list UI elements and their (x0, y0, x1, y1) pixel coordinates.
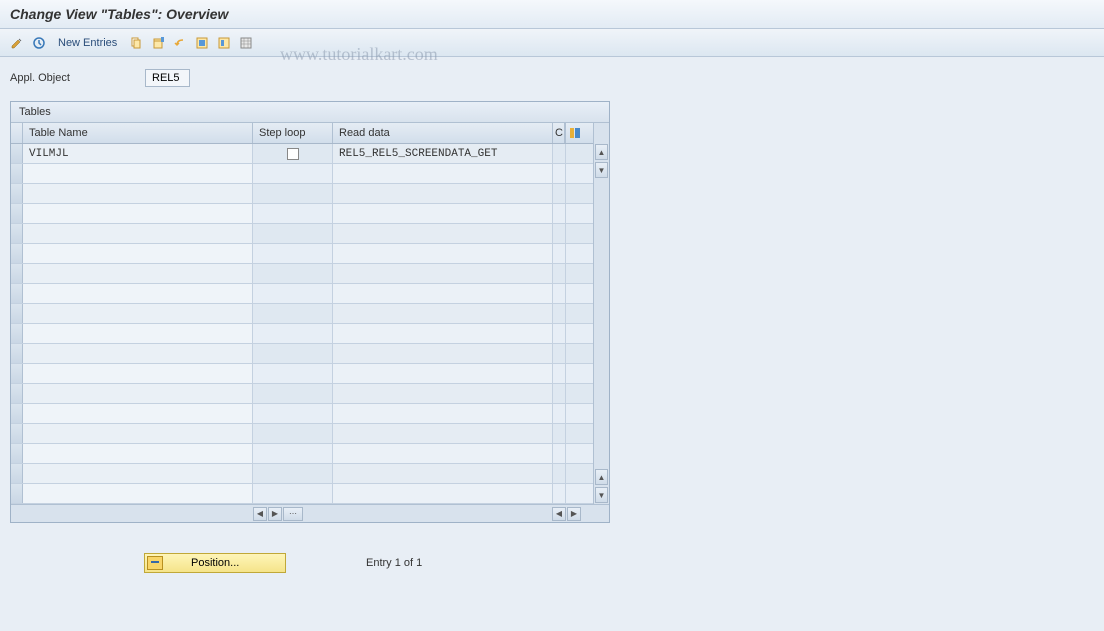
cell-step-loop[interactable] (253, 144, 333, 163)
row-selector[interactable] (11, 404, 23, 423)
appl-object-label: Appl. Object (10, 72, 145, 84)
row-selector[interactable] (11, 224, 23, 243)
table-row[interactable] (11, 164, 593, 184)
row-selector[interactable] (11, 164, 23, 183)
row-selector[interactable] (11, 304, 23, 323)
scroll-up-icon[interactable]: ▲ (595, 144, 608, 160)
checkbox[interactable] (287, 148, 299, 160)
row-selector[interactable] (11, 484, 23, 503)
table-header: Table Name Step loop Read data C (11, 123, 593, 144)
scroll-up-icon[interactable]: ▲ (595, 469, 608, 485)
table-row[interactable] (11, 344, 593, 364)
row-selector[interactable] (11, 284, 23, 303)
row-selector[interactable] (11, 424, 23, 443)
col-c[interactable]: C (553, 123, 565, 143)
table-title: Tables (11, 102, 609, 123)
scroll-thumb[interactable]: ⋯ (283, 507, 303, 521)
table-row[interactable] (11, 484, 593, 504)
row-selector-header[interactable] (11, 123, 23, 143)
table-row[interactable]: VILMJL REL5_REL5_SCREENDATA_GET (11, 144, 593, 164)
row-selector[interactable] (11, 204, 23, 223)
toggle-edit-icon[interactable] (8, 34, 26, 52)
scroll-right-icon[interactable]: ▶ (268, 507, 282, 521)
cell-table-name[interactable]: VILMJL (23, 144, 253, 163)
entry-counter: Entry 1 of 1 (366, 557, 422, 569)
col-table-name[interactable]: Table Name (23, 123, 253, 143)
row-selector[interactable] (11, 324, 23, 343)
table-row[interactable] (11, 264, 593, 284)
row-selector[interactable] (11, 384, 23, 403)
row-selector[interactable] (11, 244, 23, 263)
position-icon (147, 556, 163, 570)
table-row[interactable] (11, 404, 593, 424)
appl-object-value: REL5 (145, 69, 190, 87)
row-selector[interactable] (11, 264, 23, 283)
table-row[interactable] (11, 324, 593, 344)
position-label: Position... (191, 557, 239, 569)
table-row[interactable] (11, 444, 593, 464)
table-row[interactable] (11, 424, 593, 444)
tables-grid: Tables Table Name Step loop Read data C (10, 101, 610, 523)
scroll-down-icon[interactable]: ▼ (595, 487, 608, 503)
table-row[interactable] (11, 244, 593, 264)
row-selector[interactable] (11, 144, 23, 163)
col-read-data[interactable]: Read data (333, 123, 553, 143)
table-body: VILMJL REL5_REL5_SCREENDATA_GET (11, 144, 593, 504)
row-selector[interactable] (11, 344, 23, 363)
deselect-icon[interactable] (215, 34, 233, 52)
row-selector[interactable] (11, 444, 23, 463)
table-row[interactable] (11, 224, 593, 244)
cell-read-data[interactable]: REL5_REL5_SCREENDATA_GET (333, 144, 553, 163)
table-row[interactable] (11, 184, 593, 204)
new-entries-button[interactable]: New Entries (52, 37, 123, 49)
undo-icon[interactable] (171, 34, 189, 52)
copy-icon[interactable] (127, 34, 145, 52)
scroll-down-icon[interactable]: ▼ (595, 162, 608, 178)
row-selector[interactable] (11, 364, 23, 383)
other-icon[interactable] (30, 34, 48, 52)
scroll-left-icon[interactable]: ◀ (253, 507, 267, 521)
table-row[interactable] (11, 304, 593, 324)
position-button[interactable]: Position... (144, 553, 286, 573)
horizontal-scrollbar[interactable]: ◀ ▶ ⋯ ◀ ▶ (11, 504, 609, 522)
table-view-icon[interactable] (237, 34, 255, 52)
cell-c[interactable] (553, 144, 566, 163)
table-row[interactable] (11, 204, 593, 224)
toolbar: New Entries (0, 29, 1104, 57)
table-config-icon[interactable] (565, 123, 583, 143)
delete-icon[interactable] (149, 34, 167, 52)
table-row[interactable] (11, 384, 593, 404)
table-row[interactable] (11, 464, 593, 484)
scroll-left-icon[interactable]: ◀ (552, 507, 566, 521)
row-selector[interactable] (11, 184, 23, 203)
select-all-icon[interactable] (193, 34, 211, 52)
row-selector[interactable] (11, 464, 23, 483)
page-title: Change View "Tables": Overview (0, 0, 1104, 29)
col-step-loop[interactable]: Step loop (253, 123, 333, 143)
vertical-scrollbar[interactable]: ▲ ▼ ▲ ▼ (593, 123, 609, 504)
table-row[interactable] (11, 364, 593, 384)
table-row[interactable] (11, 284, 593, 304)
scroll-right-icon[interactable]: ▶ (567, 507, 581, 521)
appl-object-field: Appl. Object REL5 (10, 69, 1094, 87)
